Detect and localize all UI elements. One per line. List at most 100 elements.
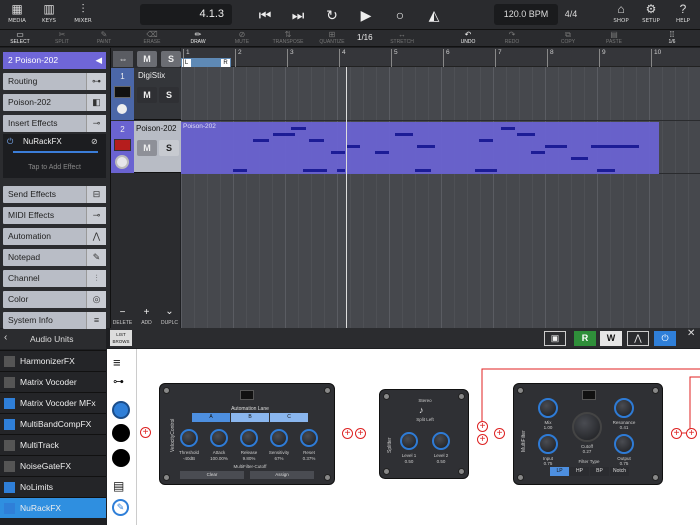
track-record-icon[interactable] [117, 104, 127, 114]
instrument-item[interactable]: Poison-202 ◧ [3, 94, 106, 111]
back-icon[interactable]: ‹ [4, 332, 7, 343]
device-list-item[interactable]: NoLimits [0, 476, 106, 497]
input-knob[interactable] [538, 434, 558, 454]
level-1-knob[interactable] [400, 432, 418, 450]
hierarchy-icon[interactable]: ⊶ [113, 375, 124, 388]
release-knob[interactable] [240, 429, 258, 447]
tempo-display[interactable]: 120.0 BPM [494, 4, 558, 25]
velocity-control-plugin[interactable]: VelocityControl Automation Lane A B C Th… [159, 383, 335, 485]
sensitivity-knob[interactable] [270, 429, 288, 447]
list-browse-button[interactable]: LIST BROWS [110, 330, 132, 346]
metronome-icon[interactable]: ◭ [423, 5, 445, 25]
add-plugin-icon[interactable]: + [494, 428, 505, 439]
redo-button[interactable]: ↷ REDO [492, 30, 532, 47]
multifilter-plugin[interactable]: MultiFilter Mix 1.00 Resonance 0.41 Cuto… [513, 383, 663, 485]
routing-item[interactable]: Routing ⊶ [3, 73, 106, 90]
threshold-knob[interactable] [180, 429, 198, 447]
read-automation-button[interactable]: R [574, 331, 596, 346]
arrange-view[interactable]: Poison-202 [181, 48, 700, 328]
page-button[interactable]: ⁞⁞ 1/6 [652, 30, 692, 47]
device-list-item[interactable]: NoiseGateFX [0, 455, 106, 476]
add-track-icon[interactable]: + [135, 307, 158, 318]
menu-icon[interactable]: ≡ [113, 355, 121, 370]
color-item[interactable]: Color ◎ [3, 291, 106, 308]
cutoff-knob[interactable] [572, 412, 602, 442]
device-list-item[interactable]: Matrix Vocoder [0, 371, 106, 392]
fullscreen-icon[interactable]: ▣ [544, 331, 566, 346]
track-mute-button[interactable]: M [137, 87, 157, 103]
resonance-knob[interactable] [614, 398, 634, 418]
mute-tool[interactable]: ⊘ MUTE [222, 30, 262, 47]
device-list-item[interactable]: MultiTrack [0, 434, 106, 455]
forward-icon[interactable]: ⏭ [287, 5, 309, 25]
bypass-icon[interactable]: ⊘ [91, 137, 98, 146]
filter-bp-button[interactable]: BP [590, 467, 609, 476]
attack-knob[interactable] [210, 429, 228, 447]
add-plugin-icon[interactable]: + [355, 428, 366, 439]
add-plugin-icon[interactable]: + [671, 428, 682, 439]
channel-item[interactable]: Channel ⫶ [3, 270, 106, 287]
lane-c-button[interactable]: C [270, 413, 308, 422]
device-list-item[interactable]: MultiBandCompFX [0, 413, 106, 434]
track-header-2[interactable]: 2 Poison-202 M S [111, 121, 181, 173]
add-plugin-icon[interactable]: + [686, 428, 697, 439]
midi-clip[interactable]: Poison-202 [181, 122, 659, 174]
erase-tool[interactable]: ⌫ ERASE [132, 30, 172, 47]
lane-b-button[interactable]: B [231, 413, 269, 422]
paste-button[interactable]: ▤ PASTE [594, 30, 634, 47]
media-button[interactable]: ▦ MEDIA [0, 2, 34, 28]
position-display[interactable]: 4.1.3 [140, 4, 232, 25]
assign-button[interactable]: Assign [250, 471, 314, 479]
global-solo-icon[interactable]: S [161, 51, 181, 67]
clear-button[interactable]: Clear [180, 471, 244, 479]
automation-item[interactable]: Automation ⋀ [3, 228, 106, 245]
output-knob[interactable] [614, 434, 634, 454]
system-info-item[interactable]: System Info ≡ [3, 312, 106, 329]
track-record-icon[interactable] [115, 155, 129, 169]
track-mute-button[interactable]: M [137, 140, 157, 156]
global-mute-icon[interactable]: M [137, 51, 157, 67]
send-effects-item[interactable]: Send Effects ⊟ [3, 186, 106, 203]
loop-icon[interactable]: ↻ [321, 5, 343, 25]
inspector-track-title[interactable]: 2 Poison-202 ◀ [3, 52, 106, 69]
mixer-button[interactable]: ⫶ MIXER [66, 2, 100, 28]
select-tool[interactable]: ▭ SELECT [0, 30, 40, 47]
keys-button[interactable]: ▥ KEYS [32, 2, 66, 28]
undo-button[interactable]: ↶ UNDO [448, 30, 488, 47]
filter-notch-button[interactable]: Notch [610, 467, 629, 476]
close-icon[interactable]: ✕ [687, 328, 699, 339]
shop-button[interactable]: ⌂ SHOP [604, 2, 638, 28]
presets-icon[interactable]: ▤ [113, 479, 124, 493]
filter-hp-button[interactable]: HP [570, 467, 589, 476]
split-tool[interactable]: ✂ SPLIT [42, 30, 82, 47]
timeline-ruler[interactable]: L R 1234567891011 [181, 48, 700, 67]
play-icon[interactable]: ▶ [355, 5, 377, 25]
track-solo-button[interactable]: S [159, 140, 179, 156]
quantize-value[interactable]: 1/16 [357, 33, 373, 42]
help-button[interactable]: ? HELP [666, 2, 700, 28]
splitter-plugin[interactable]: Splitter Stereo ♪ Split Left Level 1 Lev… [379, 389, 469, 479]
stretch-tool[interactable]: ↔ STRETCH [382, 30, 422, 47]
add-plugin-icon[interactable]: + [342, 428, 353, 439]
device-list-item[interactable]: HarmonizerFX [0, 350, 106, 371]
copy-button[interactable]: ⧉ COPY [548, 30, 588, 47]
edit-icon[interactable]: ✎ [112, 499, 129, 516]
insert-effects-item[interactable]: Insert Effects ⊸ [3, 115, 106, 132]
mix-knob[interactable] [538, 398, 558, 418]
insert-plugin-name[interactable]: NuRackFX [23, 137, 62, 146]
add-plugin-icon[interactable]: + [477, 434, 488, 445]
delete-track-icon[interactable]: − [111, 307, 134, 318]
chevron-left-icon[interactable]: ◀ [95, 52, 102, 69]
level-2-knob[interactable] [432, 432, 450, 450]
playhead[interactable] [346, 48, 347, 328]
write-automation-button[interactable]: W [600, 331, 622, 346]
paint-tool[interactable]: ✎ PAINT [84, 30, 124, 47]
view-mode-1[interactable] [112, 401, 130, 419]
rewind-icon[interactable]: ⏮ [254, 5, 276, 25]
setup-button[interactable]: ⚙ SETUP [634, 2, 668, 28]
view-mode-2[interactable] [112, 424, 130, 442]
power-icon[interactable]: ⏻ [7, 137, 13, 147]
power-icon[interactable]: ⏻ [654, 331, 676, 346]
track-tools-icon[interactable]: ⇔ [113, 51, 133, 67]
add-plugin-icon[interactable]: + [477, 421, 488, 432]
